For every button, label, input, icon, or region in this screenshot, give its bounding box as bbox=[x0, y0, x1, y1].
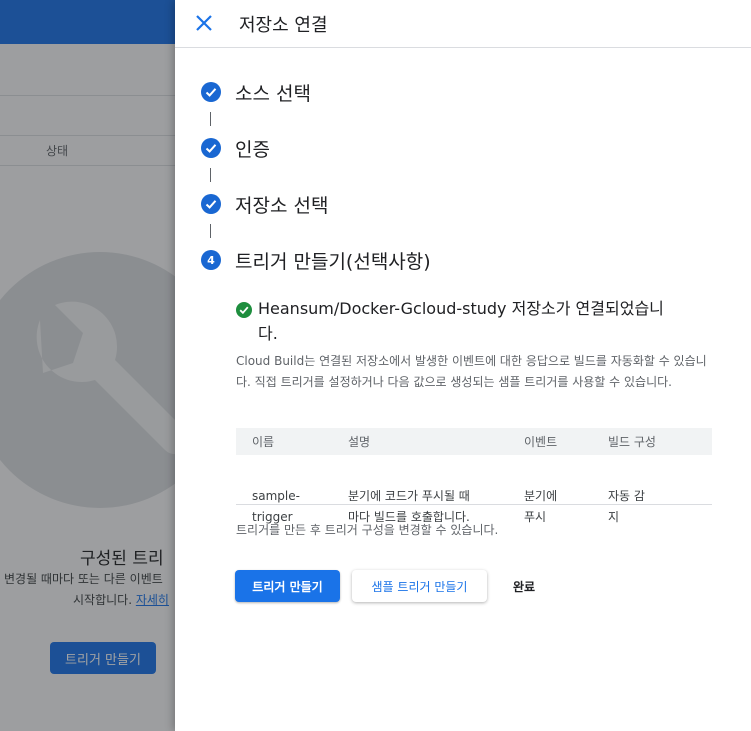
close-button[interactable] bbox=[191, 10, 217, 36]
check-circle-icon bbox=[236, 302, 252, 318]
cell-build-config-line1: 자동 감 bbox=[608, 489, 645, 503]
success-text-line1: Heansum/Docker-Gcloud-study 저장소가 연결되었습니 bbox=[258, 299, 664, 318]
step-connector bbox=[210, 168, 211, 182]
connect-repository-panel: 저장소 연결 소스 선택 인증 저장소 선택 4 트리거 만들기(선택사항) H… bbox=[175, 0, 751, 731]
close-icon bbox=[196, 15, 212, 31]
column-header-name: 이름 bbox=[252, 435, 275, 449]
step-select-repository: 저장소 선택 bbox=[201, 192, 329, 217]
note-text: 트리거를 만든 후 트리거 구성을 변경할 수 있습니다. bbox=[236, 523, 499, 537]
column-header-description: 설명 bbox=[348, 435, 371, 449]
cell-description-line1: 분기에 코드가 푸시될 때 bbox=[348, 489, 470, 503]
description: Cloud Build는 연결된 저장소에서 발생한 이벤트에 대한 응답으로 … bbox=[236, 354, 707, 389]
step-create-trigger: 4 트리거 만들기(선택사항) bbox=[201, 248, 431, 273]
step-authenticate: 인증 bbox=[201, 136, 270, 161]
step-complete-icon bbox=[201, 138, 221, 158]
create-sample-trigger-button[interactable]: 샘플 트리거 만들기 bbox=[352, 570, 487, 602]
cell-event-line1: 분기에 bbox=[524, 489, 558, 503]
step-label: 저장소 선택 bbox=[235, 194, 329, 217]
check-icon bbox=[239, 306, 249, 315]
cell-event-line2: 푸시 bbox=[524, 510, 547, 524]
column-header-build-config: 빌드 구성 bbox=[608, 435, 656, 449]
panel-header: 저장소 연결 bbox=[175, 0, 751, 48]
cell-name-line1: sample- bbox=[252, 489, 300, 503]
panel-title: 저장소 연결 bbox=[239, 15, 328, 36]
column-header-event: 이벤트 bbox=[524, 435, 558, 449]
check-icon bbox=[205, 144, 217, 153]
create-trigger-button[interactable]: 트리거 만들기 bbox=[235, 570, 340, 602]
step-number-badge: 4 bbox=[201, 250, 221, 270]
step-complete-icon bbox=[201, 82, 221, 102]
step-connector bbox=[210, 224, 211, 238]
table-header: 이름 설명 이벤트 빌드 구성 bbox=[236, 428, 712, 455]
step-label: 트리거 만들기(선택사항) bbox=[235, 250, 431, 273]
table-row: sample- trigger 분기에 코드가 푸시될 때 마다 빌드를 호출합… bbox=[236, 455, 712, 524]
step-number: 4 bbox=[207, 253, 215, 267]
check-icon bbox=[205, 200, 217, 209]
success-text: Heansum/Docker-Gcloud-study 저장소가 연결되었습니 … bbox=[258, 296, 716, 346]
check-icon bbox=[205, 88, 217, 97]
step-complete-icon bbox=[201, 194, 221, 214]
step-connector bbox=[210, 112, 211, 126]
step-select-source: 소스 선택 bbox=[201, 80, 311, 105]
done-button[interactable]: 완료 bbox=[503, 570, 545, 602]
sample-trigger-table: 이름 설명 이벤트 빌드 구성 sample- trigger 분기에 코드가 … bbox=[236, 428, 712, 524]
success-message: Heansum/Docker-Gcloud-study 저장소가 연결되었습니 … bbox=[236, 296, 716, 346]
step-label: 소스 선택 bbox=[235, 82, 311, 105]
step-label: 인증 bbox=[235, 138, 270, 161]
cell-build-config-line2: 지 bbox=[608, 510, 620, 524]
cell-build-config: 자동 감 지 bbox=[608, 486, 645, 528]
cell-event: 분기에 푸시 bbox=[524, 486, 557, 528]
success-text-line2: 다. bbox=[258, 324, 278, 343]
